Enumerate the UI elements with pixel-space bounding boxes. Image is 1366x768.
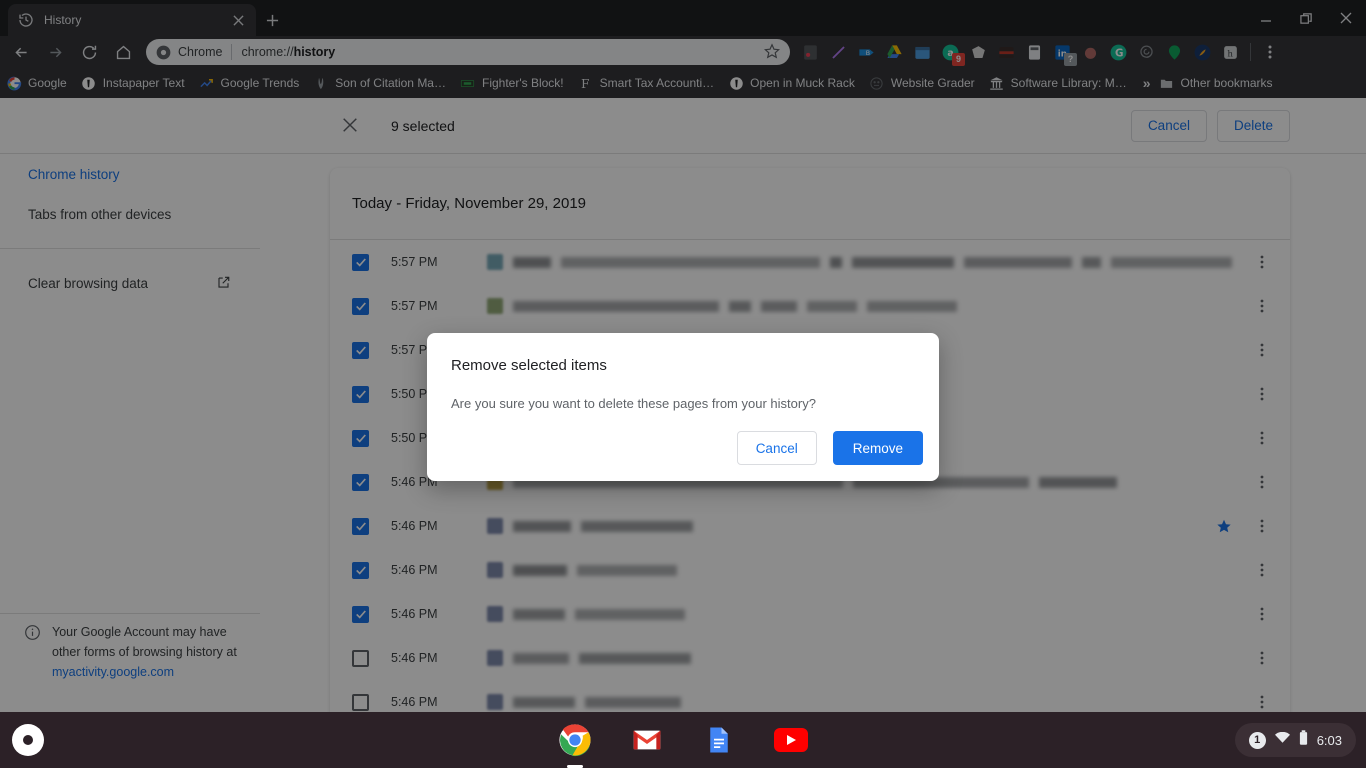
gmail-app-icon[interactable]	[629, 722, 665, 758]
chromeos-desktop: History Chrome chrome://history B a 9 in…	[0, 0, 1366, 768]
battery-icon[interactable]	[1299, 730, 1308, 750]
dialog-actions: Cancel Remove	[736, 431, 923, 465]
chromeos-shelf: 1 6:03	[0, 712, 1366, 768]
notification-count-badge[interactable]: 1	[1248, 731, 1266, 749]
dialog-cancel-button[interactable]: Cancel	[736, 431, 817, 465]
dialog-remove-button[interactable]: Remove	[832, 431, 923, 465]
remove-items-dialog: Remove selected items Are you sure you w…	[427, 333, 939, 481]
chrome-app-icon[interactable]	[557, 722, 593, 768]
system-tray[interactable]: 1 6:03	[1234, 723, 1356, 757]
wifi-icon[interactable]	[1274, 731, 1290, 749]
google-docs-app-icon[interactable]	[701, 722, 737, 758]
youtube-app-icon[interactable]	[773, 722, 809, 758]
shelf-app-list	[0, 712, 1366, 768]
dialog-title: Remove selected items	[451, 357, 607, 374]
clock-label: 6:03	[1316, 732, 1342, 748]
dialog-body: Are you sure you want to delete these pa…	[451, 396, 816, 411]
